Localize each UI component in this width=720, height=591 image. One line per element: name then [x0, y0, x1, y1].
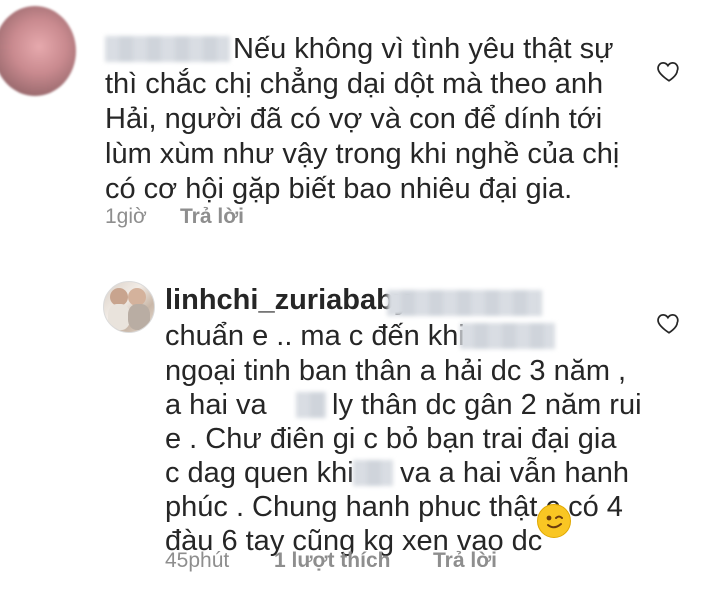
redacted-text: [296, 392, 326, 418]
like-heart-icon[interactable]: [656, 58, 682, 84]
likes-count[interactable]: 1 lượt thích: [274, 549, 390, 573]
comment-text: linhchi_zuriababy: [165, 283, 410, 318]
comment-text: c dag quen khi: [165, 457, 354, 489]
reply-button[interactable]: Trả lời: [433, 549, 497, 573]
comment-text: ly thân dc gân 2 năm rui: [332, 389, 642, 421]
avatar[interactable]: [103, 281, 155, 333]
redacted-username: [105, 36, 230, 62]
avatar[interactable]: [0, 6, 76, 96]
reply-button[interactable]: Trả lời: [180, 205, 244, 229]
comment-text: thì chắc chị chẳng dại dột mà theo anh H…: [105, 68, 620, 205]
comment-time: 1giờ: [105, 205, 147, 228]
redacted-text: [353, 460, 393, 486]
comment-text: a hai va: [165, 389, 267, 421]
comment-time: 45phút: [165, 549, 230, 572]
comment-text: chuẩn e .. ma c đến khi: [165, 320, 465, 352]
comment-text: Nếu không vì tình yêu thật sự: [233, 33, 614, 65]
like-heart-icon[interactable]: [656, 310, 682, 336]
comment-text: ngoại tinh ban thân a hải dc 3 năm ,: [165, 355, 627, 387]
comment-username[interactable]: linhchi_zuriababy: [165, 284, 410, 316]
redacted-text: [460, 323, 555, 349]
redacted-text: [387, 290, 542, 316]
comment-text: va a hai vẫn hanh: [400, 457, 629, 489]
comment-text: e . Chư điên gi c bỏ bạn trai đại gia: [165, 423, 617, 455]
winking-face-emoji: [537, 504, 571, 538]
